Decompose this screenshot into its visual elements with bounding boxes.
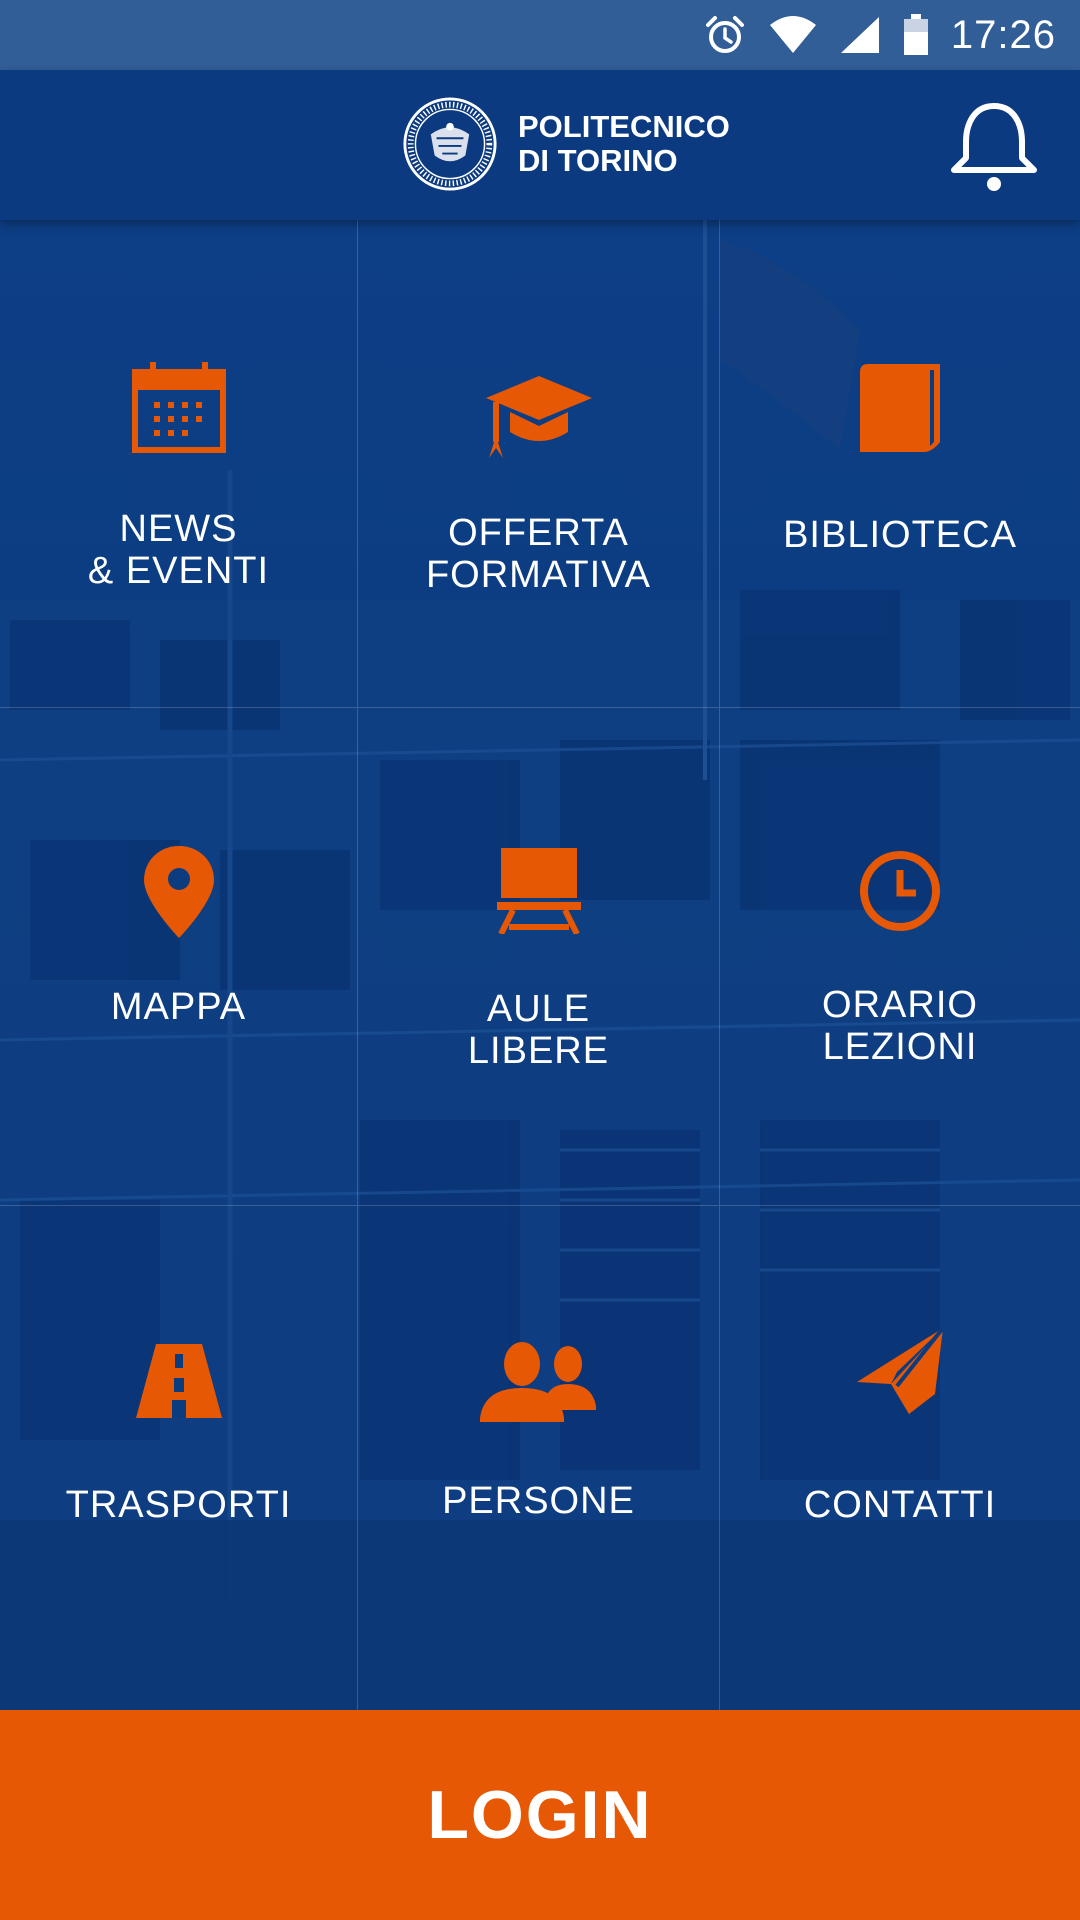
app-header: POLITECNICO DI TORINO	[0, 70, 1080, 220]
clock-icon	[860, 851, 940, 931]
tile-persone[interactable]: PERSONE	[358, 1206, 720, 1710]
paper-plane-icon	[857, 1328, 943, 1414]
brand-logo[interactable]: POLITECNICO DI TORINO	[402, 96, 730, 192]
tile-label: TRASPORTI	[65, 1484, 292, 1526]
tile-biblioteca[interactable]: BIBLIOTECA	[720, 220, 1080, 708]
status-time: 17:26	[950, 12, 1056, 57]
tile-label: ORARIO LEZIONI	[822, 984, 978, 1068]
tile-contatti[interactable]: CONTATTI	[720, 1206, 1080, 1710]
battery-icon	[903, 14, 929, 56]
map-pin-icon	[143, 846, 214, 938]
university-seal-icon	[403, 97, 497, 191]
login-button[interactable]: LOGIN	[0, 1710, 1080, 1920]
app-screen: 17:26 POLITECNICO DI TORINO NEWS & EVENT…	[0, 0, 1080, 1920]
tile-mappa[interactable]: MAPPA	[0, 708, 358, 1206]
tile-label: BIBLIOTECA	[783, 514, 1017, 556]
brand-line-1: POLITECNICO	[518, 109, 730, 144]
tile-label: NEWS & EVENTI	[87, 508, 270, 592]
status-bar: 17:26	[0, 0, 1080, 70]
graduation-cap-icon	[485, 376, 592, 458]
book-icon	[860, 364, 940, 452]
signal-icon	[839, 15, 881, 55]
calendar-icon	[131, 362, 226, 453]
classroom-desk-icon	[496, 848, 581, 934]
people-icon	[479, 1342, 596, 1422]
tile-label: MAPPA	[110, 986, 247, 1028]
alarm-icon	[703, 13, 747, 57]
road-icon	[135, 1344, 222, 1418]
tile-label: AULE LIBERE	[467, 988, 610, 1072]
menu-grid: NEWS & EVENTI OFFERTA FORMATIVA BIBLIOTE…	[0, 220, 1080, 1710]
tile-news-eventi[interactable]: NEWS & EVENTI	[0, 220, 358, 708]
wifi-icon	[769, 15, 817, 55]
tile-aule-libere[interactable]: AULE LIBERE	[358, 708, 720, 1206]
login-label: LOGIN	[427, 1777, 653, 1853]
tile-orario-lezioni[interactable]: ORARIO LEZIONI	[720, 708, 1080, 1206]
bell-icon[interactable]	[944, 96, 1044, 196]
tile-offerta-formativa[interactable]: OFFERTA FORMATIVA	[358, 220, 720, 708]
brand-line-2: DI TORINO	[518, 143, 678, 178]
tile-label: CONTATTI	[803, 1484, 997, 1526]
tile-label: OFFERTA FORMATIVA	[425, 512, 652, 596]
tile-label: PERSONE	[442, 1480, 635, 1522]
tile-trasporti[interactable]: TRASPORTI	[0, 1206, 358, 1710]
